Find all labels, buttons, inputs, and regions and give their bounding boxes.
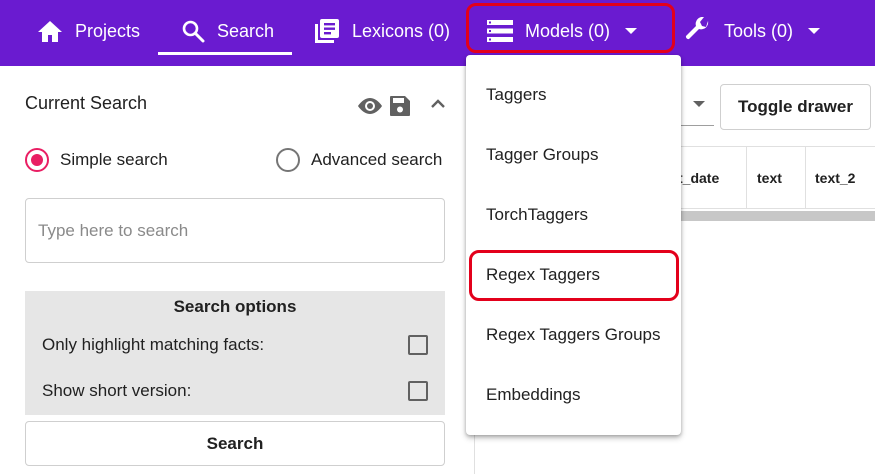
highlight-facts-checkbox[interactable]	[408, 335, 428, 355]
column-header[interactable]: text	[757, 147, 782, 209]
advanced-search-radio[interactable]: Advanced search	[276, 148, 442, 172]
simple-search-radio[interactable]: Simple search	[25, 148, 168, 172]
nav-lexicons[interactable]: Lexicons (0)	[314, 0, 450, 62]
nav-search-label: Search	[217, 20, 275, 41]
nav-active-indicator	[158, 52, 292, 55]
chevron-down-icon	[807, 27, 821, 35]
column-header[interactable]: text_2	[815, 147, 855, 209]
models-dropdown-menu: Taggers Tagger Groups TorchTaggers Regex…	[466, 55, 681, 435]
library-books-icon	[314, 18, 340, 44]
nav-models-label: Models (0)	[525, 20, 611, 41]
toggle-drawer-button[interactable]: Toggle drawer	[720, 84, 871, 130]
wrench-icon	[684, 17, 712, 45]
menu-item-tagger-groups[interactable]: Tagger Groups	[466, 125, 681, 185]
horizontal-scrollbar[interactable]	[660, 211, 875, 221]
nav-projects-label: Projects	[75, 20, 141, 41]
results-body	[660, 221, 875, 474]
column-divider	[805, 147, 806, 209]
search-field	[25, 198, 445, 263]
short-version-label: Show short version:	[42, 381, 192, 400]
search-panel: Current Search Simple search Advanced se…	[0, 66, 475, 474]
storage-icon	[487, 20, 513, 42]
panel-title: Current Search	[25, 93, 148, 113]
column-divider	[746, 147, 747, 209]
short-version-option: Show short version:	[42, 379, 428, 403]
search-input[interactable]	[26, 199, 444, 262]
nav-tools[interactable]: Tools (0)	[684, 0, 821, 62]
top-nav-bar: Projects Search Lexicons (0) Models (0) …	[0, 0, 875, 66]
search-icon	[181, 19, 205, 43]
results-table-header: t_date text text_2	[660, 146, 875, 209]
nav-projects[interactable]: Projects	[37, 0, 140, 62]
nav-tools-label: Tools (0)	[724, 20, 794, 41]
search-button[interactable]: Search	[25, 421, 445, 466]
select-caret-icon[interactable]	[693, 101, 705, 107]
eye-icon[interactable]	[356, 96, 384, 116]
menu-item-torchtaggers[interactable]: TorchTaggers	[466, 185, 681, 245]
menu-item-taggers[interactable]: Taggers	[466, 65, 681, 125]
nav-lexicons-label: Lexicons (0)	[352, 20, 451, 41]
simple-search-label: Simple search	[60, 150, 168, 169]
highlight-facts-option: Only highlight matching facts:	[42, 333, 428, 357]
menu-item-regex-taggers-groups[interactable]: Regex Taggers Groups	[466, 305, 681, 365]
column-header[interactable]: t_date	[678, 147, 719, 209]
highlight-facts-label: Only highlight matching facts:	[42, 335, 265, 354]
search-options-title: Search options	[173, 297, 297, 316]
advanced-search-label: Advanced search	[311, 150, 443, 169]
nav-models[interactable]: Models (0)	[487, 0, 638, 62]
home-icon	[37, 19, 63, 43]
chevron-down-icon	[624, 27, 638, 35]
radio-checked-icon	[25, 148, 49, 172]
search-options: Search options Only highlight matching f…	[25, 291, 445, 415]
menu-item-embeddings[interactable]: Embeddings	[466, 365, 681, 425]
chevron-up-icon[interactable]	[430, 98, 446, 108]
short-version-checkbox[interactable]	[408, 381, 428, 401]
menu-item-regex-taggers[interactable]: Regex Taggers	[466, 245, 681, 305]
radio-unchecked-icon	[276, 148, 300, 172]
save-icon[interactable]	[389, 95, 411, 117]
